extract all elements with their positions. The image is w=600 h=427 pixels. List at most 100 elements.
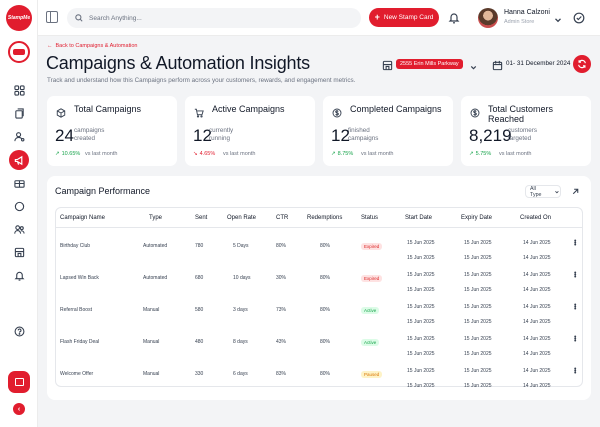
brand-logo[interactable]: StampMe [6,5,32,31]
search-input[interactable] [89,14,339,22]
cell-sent: 680 [195,275,204,281]
cell-ctr: 80% [276,243,287,249]
store-selector[interactable]: 2555 Erin Mills Parkway [396,59,463,69]
status-badge: Active [361,339,380,346]
stamps-icon[interactable] [10,104,28,122]
cell-start-date: 15 Jun 2025 [407,336,435,342]
column-header[interactable]: Type [149,215,162,221]
more-options-icon[interactable]: • • • [574,302,576,313]
search-bar[interactable] [67,8,361,28]
store-logo[interactable] [8,41,30,63]
more-options-icon[interactable]: • • • [574,270,576,281]
cell-open-rate: 10 days [233,275,251,281]
stat-title: Completed Campaigns [350,104,442,114]
sidebar: StampMe ‹ [0,0,38,427]
stat-label: currently running [209,127,234,142]
cell-type: Manual [143,339,160,345]
page-title: Campaigns & Automation Insights [46,53,310,73]
cell-redemptions: 80% [320,275,331,281]
more-options-icon[interactable]: • • • [574,366,576,377]
cell-open-rate: 6 days [233,371,248,377]
table-header: Campaign Name Type Sent Open Rate CTR Re… [56,208,582,228]
calendar-icon[interactable] [492,58,503,71]
stat-card-active-campaigns: Active Campaigns 12 currently running ↘ 4.… [185,96,315,166]
chevron-down-icon[interactable] [553,12,563,23]
sidebar-toggle-icon[interactable] [46,11,58,23]
bell-icon[interactable] [10,266,28,284]
user-role: Admin Store [504,19,535,25]
stat-compare: vs last month [223,151,256,157]
stat-trend: ↗ 8.75% [331,151,354,157]
avatar[interactable] [478,8,498,28]
grid-icon[interactable] [10,81,28,99]
cell-sent: 330 [195,371,204,377]
column-header[interactable]: Expiry Date [461,215,492,221]
column-header[interactable]: Start Date [405,215,432,221]
cell-redemptions: 80% [320,307,331,313]
stat-trend: ↗ 10.65% [55,151,81,157]
stat-card-total-campaigns: Total Campaigns 24 campaigns created ↗ 10.… [47,96,177,166]
more-options-icon[interactable]: • • • [574,334,576,345]
cell-name: Lapsed Win Back [60,275,99,281]
stat-label: customers targeted [508,127,538,142]
type-filter-label: All Type [530,185,542,198]
cell-open-rate: 3 days [233,307,248,313]
cell-created-date: 14 Jun 2025 [523,336,551,342]
cell-start-date: 15 Jun 2025 [407,287,435,293]
circle-icon[interactable] [10,197,28,215]
notification-bell-icon[interactable] [448,11,460,24]
cell-expiry-date: 15 Jun 2025 [464,336,492,342]
date-range[interactable]: 01- 31 December 2024 [506,60,570,67]
more-options-icon[interactable]: • • • [574,238,576,249]
type-filter-dropdown[interactable]: All Type [525,185,561,198]
cell-name: Birthday Club [60,243,91,249]
refresh-button[interactable] [573,55,591,73]
cell-created-date: 14 Jun 2025 [523,287,551,293]
store-icon[interactable] [10,243,28,261]
column-header[interactable]: Status [361,215,378,221]
chevron-down-icon[interactable] [469,59,478,70]
stat-title: Total Customers Reached [488,104,554,124]
top-header: + New Stamp Card Hanna Calzoni Admin Sto… [38,0,600,36]
stat-compare: vs last month [499,151,532,157]
stat-label: finished campaigns [348,127,379,142]
column-header[interactable]: Campaign Name [60,215,105,221]
cell-start-date: 15 Jun 2025 [407,319,435,325]
gift-icon[interactable] [10,174,28,192]
verified-badge-icon[interactable] [573,11,585,24]
trend-up-icon: ↗ [469,151,474,157]
cell-created-date: 14 Jun 2025 [523,304,551,310]
users-icon[interactable] [10,220,28,238]
store-switch-button[interactable] [8,371,30,393]
logout-icon[interactable]: ‹ [13,403,25,415]
cell-redemptions: 80% [320,371,331,377]
refresh-icon [578,59,586,69]
expand-icon[interactable] [569,185,582,198]
column-header[interactable]: Sent [195,215,207,221]
new-stamp-card-button[interactable]: + New Stamp Card [369,8,439,27]
cell-ctr: 43% [276,339,287,345]
cell-created-date: 14 Jun 2025 [523,368,551,374]
megaphone-icon[interactable] [9,150,29,170]
column-header[interactable]: Created On [520,215,551,221]
cell-created-date: 14 Jun 2025 [523,240,551,246]
column-header[interactable]: Redemptions [307,215,342,221]
back-link[interactable]: ← Back to Campaigns & Automation [47,43,137,49]
stat-title: Active Campaigns [212,104,285,114]
cell-type: Automated [143,243,168,249]
cell-type: Manual [143,371,160,377]
status-badge: Expired [361,243,383,250]
user-settings-icon[interactable] [10,127,28,145]
stat-value: 24 [55,126,74,145]
cell-expiry-date: 15 Jun 2025 [464,240,492,246]
campaign-performance-panel: Campaign Performance All Type Campaign N… [47,176,591,400]
help-icon[interactable] [10,322,28,340]
chevron-down-icon [555,190,559,193]
cell-ctr: 83% [276,371,287,377]
column-header[interactable]: CTR [276,215,288,221]
cell-created-date: 14 Jun 2025 [523,383,551,389]
stat-trend: ↗ 5.75% [469,151,492,157]
dollar-circle-icon [470,105,480,118]
column-header[interactable]: Open Rate [227,215,256,221]
cell-open-rate: 8 days [233,339,248,345]
